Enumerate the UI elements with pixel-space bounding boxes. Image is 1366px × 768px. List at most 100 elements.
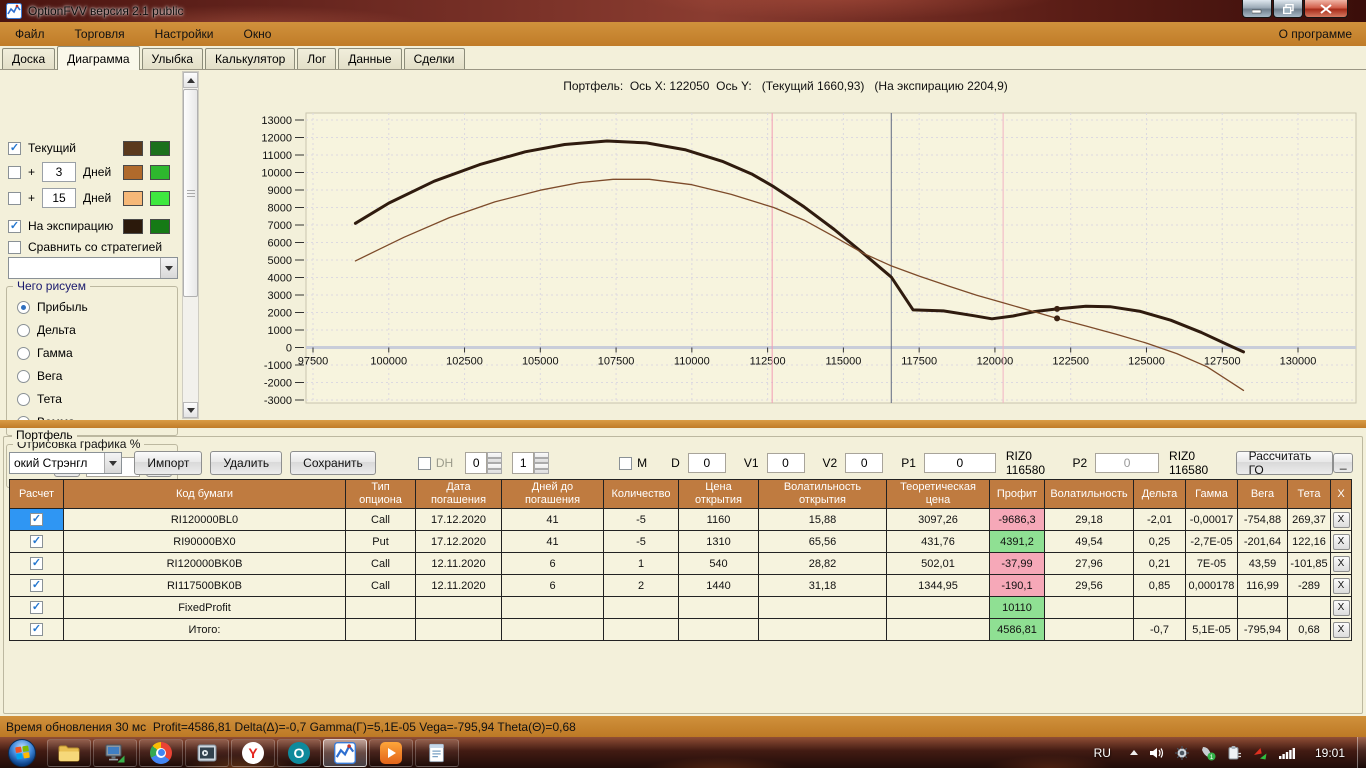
taskbar-chrome[interactable] — [139, 739, 183, 767]
field-V2[interactable]: 0 — [845, 453, 883, 473]
menu-item-1[interactable]: Торговля — [60, 23, 140, 45]
taskbar-yandex-browser[interactable]: Y — [231, 739, 275, 767]
portfolio-select[interactable]: окий Стрэнгл — [9, 452, 122, 474]
menu-about[interactable]: О программе — [1265, 23, 1366, 45]
menu-item-2[interactable]: Настройки — [140, 23, 229, 45]
radio-option-1[interactable]: Дельта — [17, 323, 177, 337]
dh-spinner-1[interactable]: 0 — [465, 452, 502, 474]
tab-6[interactable]: Сделки — [404, 48, 465, 69]
taskbar-media-player-orange[interactable] — [369, 739, 413, 767]
close-button[interactable] — [1304, 0, 1348, 18]
row-select-cell[interactable]: ✓ — [10, 575, 64, 597]
series-color-swatch-1 — [123, 191, 143, 206]
profit-chart[interactable]: 1300012000110001000090008000700060005000… — [205, 70, 1366, 422]
taskbar-explorer[interactable] — [47, 739, 91, 767]
row-select-cell[interactable]: ✓ — [10, 553, 64, 575]
tab-5[interactable]: Данные — [338, 48, 401, 69]
taskbar-remote-desktop[interactable] — [93, 739, 137, 767]
tab-3[interactable]: Калькулятор — [205, 48, 295, 69]
network-activity-icon[interactable] — [1252, 745, 1268, 761]
scrollbar-thumb[interactable] — [183, 89, 198, 297]
strategy-select-arrow[interactable] — [160, 258, 177, 278]
scroll-down-button[interactable] — [183, 402, 198, 418]
minimize-button[interactable] — [1242, 0, 1272, 18]
row-delete-button[interactable]: X — [1333, 578, 1350, 594]
row-checkbox[interactable]: ✓ — [30, 623, 43, 636]
tab-4[interactable]: Лог — [297, 48, 336, 69]
spin-down-icon[interactable] — [487, 463, 502, 474]
row-select-cell[interactable]: ✓ — [10, 619, 64, 641]
days-input[interactable]: 3 — [42, 162, 76, 182]
radio-option-2[interactable]: Гамма — [17, 346, 177, 360]
phone-status-icon[interactable]: 1 — [1200, 745, 1216, 761]
spin-up-icon[interactable] — [487, 452, 502, 463]
import-button[interactable]: Импорт — [134, 451, 202, 475]
restore-button[interactable] — [1273, 0, 1303, 18]
delete-button[interactable]: Удалить — [210, 451, 282, 475]
antivirus-icon[interactable] — [1174, 745, 1190, 761]
dh-checkbox[interactable] — [418, 457, 431, 470]
radio-option-4[interactable]: Тета — [17, 392, 177, 406]
menu-item-0[interactable]: Файл — [0, 23, 60, 45]
portfolio-select-arrow[interactable] — [104, 453, 121, 473]
row-delete-button[interactable]: X — [1333, 622, 1350, 638]
row-delete-button[interactable]: X — [1333, 534, 1350, 550]
row-select-cell[interactable]: ✓ — [10, 509, 64, 531]
compare-strategy-row[interactable]: Сравнить со стратегией — [8, 240, 162, 254]
horizontal-splitter[interactable] — [0, 420, 1366, 428]
row-checkbox[interactable]: ✓ — [30, 535, 43, 548]
days-input[interactable]: 15 — [42, 188, 76, 208]
menu-item-3[interactable]: Окно — [229, 23, 287, 45]
collapse-button[interactable]: _ — [1333, 453, 1353, 473]
svg-text:9000: 9000 — [268, 185, 292, 197]
taskbar-optionfvv[interactable] — [323, 739, 367, 767]
clock[interactable]: 19:01 — [1315, 746, 1345, 760]
column-header: Дельта — [1134, 480, 1186, 509]
row-delete-button[interactable]: X — [1333, 556, 1350, 572]
series-checkbox[interactable]: ✓ — [8, 220, 21, 233]
calc-go-button[interactable]: Рассчитать ГО — [1236, 451, 1334, 475]
p2-field[interactable]: 0 — [1095, 453, 1159, 473]
radio-icon — [17, 301, 30, 314]
radio-option-0[interactable]: Прибыль — [17, 300, 177, 314]
scroll-up-button[interactable] — [183, 72, 198, 88]
row-delete-button[interactable]: X — [1333, 512, 1350, 528]
row-checkbox[interactable]: ✓ — [30, 579, 43, 592]
m-checkbox[interactable] — [619, 457, 632, 470]
row-select-cell[interactable]: ✓ — [10, 531, 64, 553]
taskbar-media-player-classic[interactable] — [185, 739, 229, 767]
tab-0[interactable]: Доска — [2, 48, 55, 69]
spin-up-icon[interactable] — [534, 452, 549, 463]
radio-option-3[interactable]: Вега — [17, 369, 177, 383]
series-checkbox[interactable] — [8, 192, 21, 205]
row-checkbox[interactable]: ✓ — [30, 513, 43, 526]
spin-down-icon[interactable] — [534, 463, 549, 474]
show-desktop-button[interactable] — [1357, 737, 1366, 768]
panel-scrollbar[interactable] — [182, 71, 199, 419]
tab-1[interactable]: Диаграмма — [57, 46, 139, 70]
svg-text:122500: 122500 — [1052, 356, 1089, 368]
field-V1[interactable]: 0 — [767, 453, 805, 473]
dh-spinner-2[interactable]: 1 — [512, 452, 549, 474]
row-select-cell[interactable]: ✓ — [10, 597, 64, 619]
series-checkbox[interactable] — [8, 166, 21, 179]
field-D[interactable]: 0 — [688, 453, 726, 473]
start-button[interactable] — [8, 739, 36, 767]
strategy-select[interactable] — [8, 257, 178, 279]
compare-checkbox[interactable] — [8, 241, 21, 254]
volume-icon[interactable] — [1148, 745, 1164, 761]
taskbar-opera[interactable]: O — [277, 739, 321, 767]
radio-icon — [17, 393, 30, 406]
row-checkbox[interactable]: ✓ — [30, 557, 43, 570]
field-P1[interactable]: 0 — [924, 453, 996, 473]
tab-2[interactable]: Улыбка — [142, 48, 204, 69]
save-button[interactable]: Сохранить — [290, 451, 376, 475]
tray-expand-icon[interactable] — [1130, 750, 1138, 755]
series-checkbox[interactable]: ✓ — [8, 142, 21, 155]
row-delete-button[interactable]: X — [1333, 600, 1350, 616]
taskbar-notepad[interactable] — [415, 739, 459, 767]
signal-strength-icon[interactable] — [1278, 746, 1296, 760]
clipboard-icon[interactable] — [1226, 745, 1242, 761]
language-indicator[interactable]: RU — [1094, 746, 1111, 760]
row-checkbox[interactable]: ✓ — [30, 601, 43, 614]
